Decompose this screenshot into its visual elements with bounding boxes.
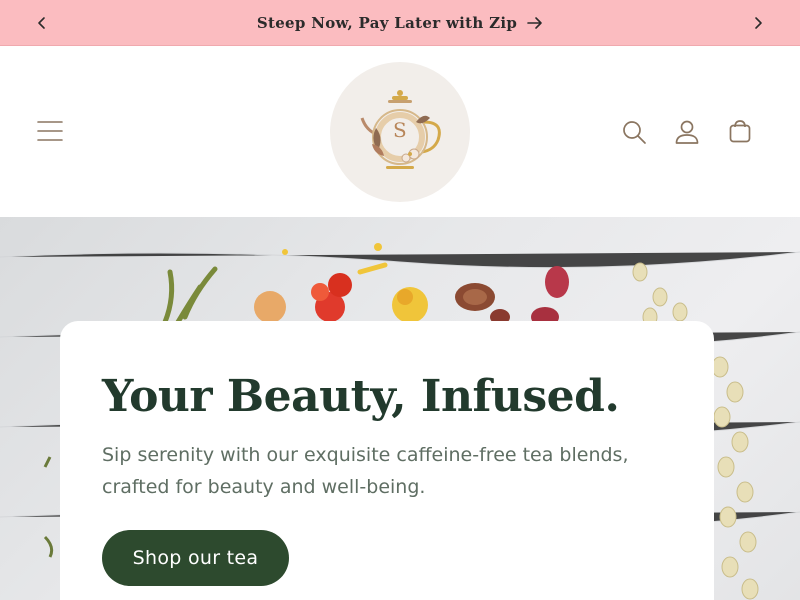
account-button[interactable] — [674, 119, 700, 145]
arrow-right-icon — [527, 16, 542, 29]
brand-logo[interactable]: S — [330, 62, 470, 202]
hero-banner: Your Beauty, Infused. Sip serenity with … — [0, 217, 800, 600]
hero-description: Sip serenity with our exquisite caffeine… — [102, 444, 629, 498]
site-header: S — [0, 47, 800, 217]
cart-icon — [729, 120, 751, 143]
hero-title: Your Beauty, Infused. — [102, 371, 620, 422]
logo-letter: S — [393, 118, 407, 142]
chevron-left-icon — [38, 17, 45, 29]
announcement-prev-button[interactable] — [29, 10, 55, 36]
announcement-link[interactable]: Steep Now, Pay Later with Zip — [257, 14, 543, 32]
account-icon — [675, 120, 699, 144]
chevron-right-icon — [755, 17, 762, 29]
cart-button[interactable] — [727, 119, 753, 145]
search-button[interactable] — [621, 119, 647, 145]
search-icon — [623, 121, 646, 144]
menu-button[interactable] — [36, 117, 64, 145]
announcement-text: Steep Now, Pay Later with Zip — [256, 13, 518, 32]
announcement-bar: Steep Now, Pay Later with Zip — [0, 0, 800, 46]
shop-our-tea-button[interactable]: Shop our tea — [102, 530, 289, 586]
menu-icon — [37, 121, 63, 141]
hero-card: Your Beauty, Infused. Sip serenity with … — [60, 321, 714, 600]
announcement-next-button[interactable] — [745, 10, 771, 36]
